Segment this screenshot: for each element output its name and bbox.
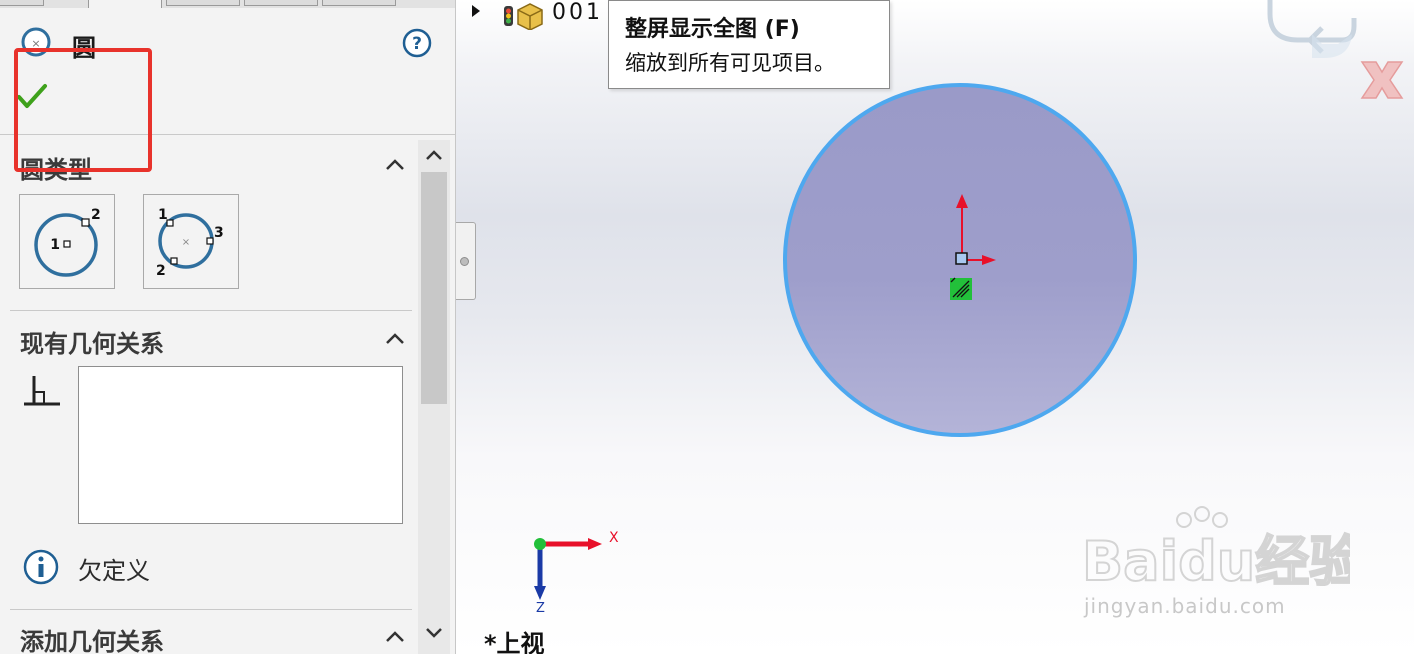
radius-point-label: 2	[91, 207, 101, 223]
svg-text:?: ?	[412, 34, 422, 54]
solidworks-window: × 圆 ? 圆类型 1 2 × 1 2 3 现有几何关系 欠定义 添加几何关系 …	[0, 0, 1414, 654]
reference-triad-icon: X Z	[534, 530, 619, 616]
watermark-url: jingyan.baidu.com	[1084, 594, 1286, 618]
tab-dimxpert-manager[interactable]	[244, 0, 318, 6]
tab-feature-manager[interactable]	[0, 0, 44, 6]
center-point-label: 1	[50, 237, 60, 253]
scroll-down-icon[interactable]	[418, 618, 450, 648]
perimeter-point-2-label: 2	[156, 263, 166, 279]
collapse-existing-relations-button[interactable]	[382, 330, 408, 348]
triad-z-label: Z	[536, 601, 545, 616]
perimeter-circle-icon: × 1 2 3	[156, 207, 224, 279]
panel-tab-strip	[0, 0, 455, 8]
panel-scrollbar[interactable]	[418, 140, 450, 654]
existing-relations-list[interactable]	[78, 366, 403, 524]
help-icon[interactable]: ?	[402, 28, 432, 58]
perimeter-point-3-label: 3	[214, 225, 224, 241]
relation-icon	[24, 376, 60, 406]
red-annotation-box	[14, 48, 152, 172]
tab-configuration-manager[interactable]	[166, 0, 240, 6]
center-radius-circle-button[interactable]: 1 2	[19, 194, 115, 289]
section-title-existing-relations: 现有几何关系	[20, 330, 164, 358]
tab-property-manager[interactable]	[88, 0, 162, 8]
triad-x-label: X	[609, 530, 619, 546]
definition-status: 欠定义	[78, 557, 150, 585]
view-orientation-label: *上视	[484, 630, 545, 654]
property-manager-panel: × 圆 ? 圆类型 1 2 × 1 2 3 现有几何关系 欠定义 添加几何关系	[0, 0, 456, 654]
section-title-add-relations: 添加几何关系	[20, 628, 164, 654]
center-circle-icon: 1 2	[34, 207, 101, 277]
collapse-add-relations-button[interactable]	[382, 628, 408, 646]
section-divider	[10, 609, 412, 610]
info-icon	[23, 549, 59, 585]
section-divider	[10, 310, 412, 311]
perimeter-point-1-label: 1	[158, 207, 168, 223]
collapse-circle-type-button[interactable]	[382, 156, 408, 174]
scroll-up-icon[interactable]	[418, 140, 450, 170]
tab-display-manager[interactable]	[322, 0, 396, 6]
fix-relation-icon[interactable]	[950, 277, 972, 300]
perimeter-circle-button[interactable]: × 1 2 3	[143, 194, 239, 289]
svg-text:×: ×	[182, 237, 190, 248]
watermark-logo-text: Baidu经验	[1082, 530, 1350, 593]
scroll-thumb[interactable]	[421, 172, 447, 404]
